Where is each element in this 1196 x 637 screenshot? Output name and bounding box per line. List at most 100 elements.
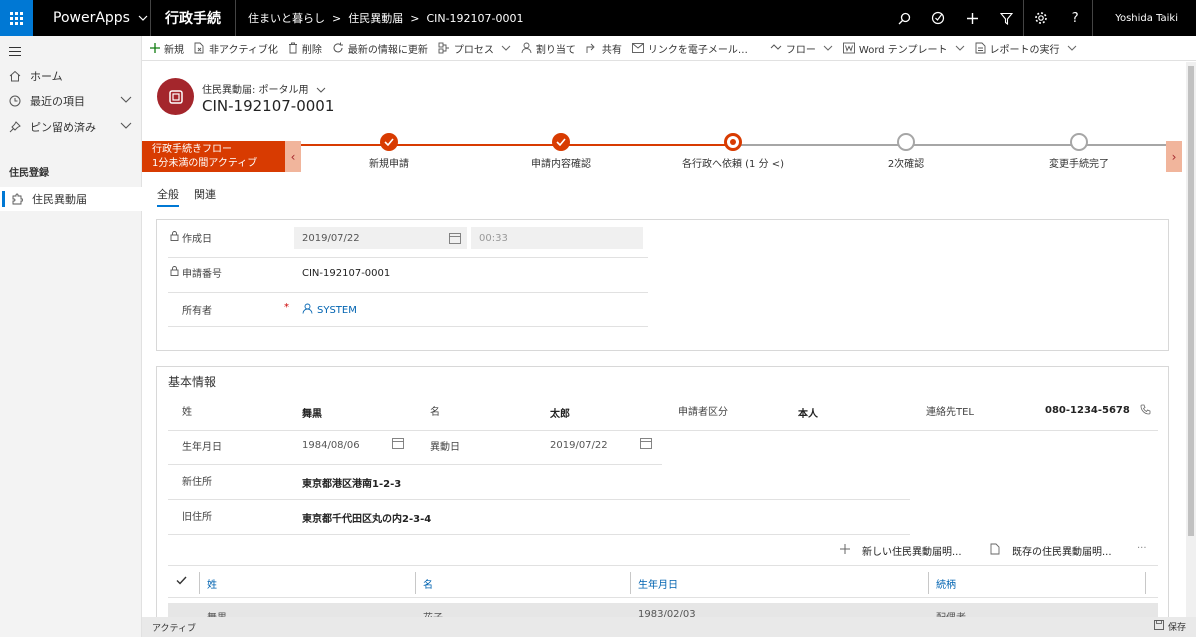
table-row[interactable]: 舞黒 花子 1983/02/03 配偶者 bbox=[168, 603, 1158, 617]
deactivate-button[interactable]: 非アクティブ化 bbox=[194, 41, 278, 56]
breadcrumb-separator-icon: > bbox=[332, 11, 342, 25]
save-button[interactable]: 保存 bbox=[1154, 620, 1186, 633]
hamburger-menu-icon[interactable] bbox=[9, 46, 21, 59]
settings-button[interactable] bbox=[1024, 0, 1058, 36]
entity-form-selector[interactable]: 住民異動届: ポータル用 bbox=[202, 81, 326, 96]
scrollbar[interactable] bbox=[1186, 62, 1196, 617]
cell-relationship: 配偶者 bbox=[936, 609, 966, 617]
move-date-value[interactable]: 2019/07/22 bbox=[550, 440, 608, 451]
chevron-down-icon[interactable] bbox=[120, 94, 132, 107]
chevron-down-icon bbox=[1067, 43, 1077, 54]
add-existing-record-button[interactable]: 既存の住民異動届明... bbox=[990, 543, 1112, 558]
breadcrumb-item[interactable]: 住民異動届 bbox=[348, 10, 403, 26]
share-button[interactable]: 共有 bbox=[586, 41, 622, 56]
flow-icon bbox=[770, 43, 782, 53]
scrollbar-thumb[interactable] bbox=[1188, 66, 1194, 536]
delete-button[interactable]: 削除 bbox=[288, 41, 322, 56]
bpf-stage[interactable]: 新規申請 bbox=[319, 133, 459, 170]
run-report-button[interactable]: レポートの実行 bbox=[975, 41, 1077, 56]
calendar-icon[interactable] bbox=[392, 437, 404, 449]
column-header-birth-date[interactable]: 生年月日 bbox=[638, 576, 678, 591]
add-button[interactable] bbox=[955, 0, 989, 36]
bpf-stage-label: 新規申請 bbox=[369, 159, 409, 170]
brand-label: PowerApps bbox=[53, 10, 130, 26]
assign-button[interactable]: 割り当て bbox=[521, 41, 576, 56]
app-title[interactable]: 行政手続 bbox=[151, 0, 236, 36]
empty-circle-icon bbox=[1070, 133, 1088, 151]
command-label: 新規 bbox=[164, 44, 184, 56]
business-process-flow: 行政手続きフロー 1分未満の間アクティブ ‹ › 新規申請 申請内容確認 各行政… bbox=[142, 133, 1196, 172]
calendar-icon[interactable] bbox=[640, 437, 652, 449]
selection-indicator bbox=[2, 191, 5, 207]
phone-icon[interactable] bbox=[1140, 404, 1151, 415]
new-address-label: 新住所 bbox=[182, 477, 212, 488]
bpf-stage[interactable]: 変更手続完了 bbox=[1009, 133, 1149, 170]
process-flag-subtitle: 1分未満の間アクティブ bbox=[152, 158, 258, 169]
command-label: 割り当て bbox=[535, 44, 576, 56]
waffle-icon bbox=[10, 11, 23, 25]
brand-menu[interactable]: PowerApps bbox=[33, 0, 151, 36]
new-address-value[interactable]: 東京都港区港南1-2-3 bbox=[302, 475, 401, 490]
flow-button[interactable]: フロー bbox=[770, 41, 833, 56]
owner-lookup[interactable]: SYSTEM bbox=[302, 303, 357, 317]
select-all-checkmark-icon[interactable] bbox=[176, 576, 187, 585]
birth-date-value[interactable]: 1984/08/06 bbox=[302, 440, 360, 451]
subgrid-existing-label: 既存の住民異動届明... bbox=[1012, 547, 1112, 558]
column-header-relationship[interactable]: 続柄 bbox=[936, 576, 956, 591]
task-button[interactable] bbox=[921, 0, 955, 36]
clock-icon bbox=[9, 95, 23, 107]
created-time-field: 00:33 bbox=[471, 227, 643, 249]
sidebar-item-pinned[interactable]: ピン留め済み bbox=[0, 115, 142, 139]
word-template-button[interactable]: Word テンプレート bbox=[842, 41, 965, 56]
email-link-button[interactable]: リンクを電子メール… bbox=[631, 41, 748, 56]
sidebar-item-home[interactable]: ホーム bbox=[0, 64, 142, 88]
tab-related[interactable]: 関連 bbox=[194, 186, 216, 207]
chevron-down-icon[interactable] bbox=[120, 120, 132, 133]
more-options-icon[interactable]: ··· bbox=[1137, 543, 1147, 554]
column-separator bbox=[630, 572, 631, 594]
old-address-value[interactable]: 東京都千代田区丸の内2-3-4 bbox=[302, 510, 431, 525]
new-related-record-button[interactable]: 新しい住民異動届明... bbox=[840, 543, 962, 558]
breadcrumb-item[interactable]: CIN-192107-0001 bbox=[426, 12, 523, 25]
tab-general[interactable]: 全般 bbox=[157, 186, 179, 207]
app-launcher-button[interactable] bbox=[0, 0, 33, 36]
column-header-last-name[interactable]: 姓 bbox=[207, 576, 217, 591]
command-label: リンクを電子メール… bbox=[647, 44, 748, 56]
chevron-down-icon bbox=[823, 43, 833, 54]
process-flag[interactable]: 行政手続きフロー 1分未満の間アクティブ bbox=[142, 141, 285, 172]
bpf-next-button[interactable]: › bbox=[1166, 141, 1182, 172]
bpf-stage[interactable]: 申請内容確認 bbox=[491, 133, 631, 170]
sidebar-item-recent[interactable]: 最近の項目 bbox=[0, 89, 142, 113]
help-button[interactable]: ? bbox=[1058, 0, 1092, 36]
question-icon: ? bbox=[1071, 10, 1079, 26]
refresh-button[interactable]: 最新の情報に更新 bbox=[332, 41, 428, 56]
first-name-value[interactable]: 太郎 bbox=[550, 405, 570, 420]
lock-icon bbox=[170, 266, 179, 279]
bpf-prev-button[interactable]: ‹ bbox=[285, 141, 301, 172]
sidebar-item-resident-moves[interactable]: 住民異動届 bbox=[0, 187, 142, 211]
phone-value[interactable]: 080-1234-5678 bbox=[1045, 405, 1130, 416]
search-button[interactable] bbox=[887, 0, 921, 36]
command-label: プロセス bbox=[453, 44, 494, 56]
process-button[interactable]: プロセス bbox=[438, 41, 511, 56]
bpf-stage-active[interactable]: 各行政へ依頼 (1 分 <) bbox=[663, 133, 803, 170]
status-bar: アクティブ 保存 bbox=[142, 617, 1196, 637]
column-separator bbox=[415, 572, 416, 594]
entity-icon bbox=[168, 89, 183, 104]
plus-icon bbox=[966, 12, 978, 24]
last-name-value[interactable]: 舞黒 bbox=[302, 405, 322, 420]
plus-icon bbox=[150, 43, 160, 53]
column-header-first-name[interactable]: 名 bbox=[423, 576, 433, 591]
person-icon bbox=[521, 42, 532, 54]
checkmark-icon bbox=[552, 133, 570, 151]
user-menu[interactable]: Yoshida Taiki bbox=[1093, 13, 1196, 24]
plus-icon bbox=[840, 544, 850, 557]
created-date-field: 2019/07/22 bbox=[294, 227, 467, 249]
bpf-stage[interactable]: 2次確認 bbox=[836, 133, 976, 170]
filter-button[interactable] bbox=[989, 0, 1023, 36]
form-tabs: 全般 関連 bbox=[157, 186, 231, 207]
applicant-type-value[interactable]: 本人 bbox=[798, 405, 818, 420]
record-title: CIN-192107-0001 bbox=[202, 97, 335, 115]
new-button[interactable]: 新規 bbox=[150, 41, 184, 56]
breadcrumb-item[interactable]: 住まいと暮らし bbox=[248, 10, 325, 26]
